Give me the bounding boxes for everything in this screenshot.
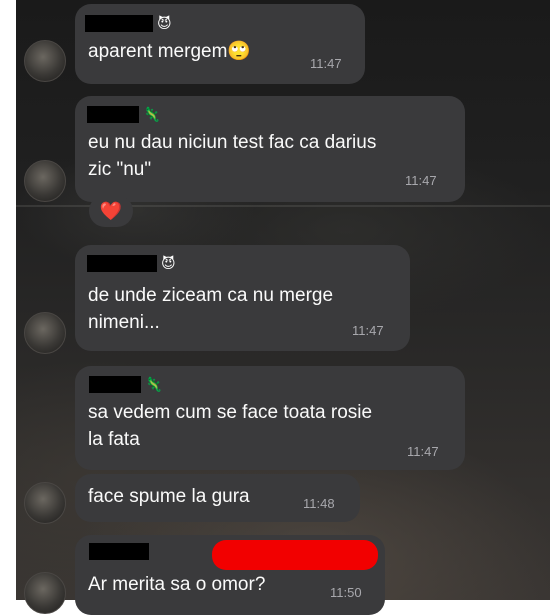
message-text: aparent mergem🙄 [88, 41, 252, 62]
message-bubble-1[interactable]: 😈 aparent mergem🙄 11:47 [75, 4, 365, 84]
message-bubble-3[interactable]: 😈 de unde ziceam ca nu merge nimeni... 1… [75, 245, 410, 351]
message-bubble-2[interactable]: 🦎 eu nu dau niciun test fac ca darius zi… [75, 96, 465, 202]
name-redaction-red [212, 540, 378, 570]
avatar[interactable] [24, 160, 66, 202]
avatar[interactable] [24, 572, 66, 614]
message-time: 11:47 [407, 444, 439, 459]
message-time: 11:50 [330, 585, 362, 600]
sender-emoji: 😈 [161, 255, 176, 271]
sender-name-redacted [87, 106, 139, 123]
message-text: Ar merita sa o omor? [88, 574, 266, 595]
sender-emoji: 😈 [157, 15, 172, 31]
message-bubble-4[interactable]: 🦎 sa vedem cum se face toata rosie la fa… [75, 366, 465, 470]
avatar[interactable] [24, 40, 66, 82]
message-text: eu nu dau niciun test fac ca darius zic … [88, 132, 377, 180]
reaction-heart[interactable]: ❤️ [89, 195, 133, 227]
message-time: 11:47 [352, 323, 384, 338]
message-time: 11:47 [405, 173, 437, 188]
message-text: face spume la gura [88, 486, 250, 507]
message-time: 11:48 [303, 496, 335, 511]
message-text: sa vedem cum se face toata rosie la fata [88, 402, 373, 450]
sender-name-redacted [87, 255, 157, 272]
avatar[interactable] [24, 312, 66, 354]
message-time: 11:47 [310, 56, 342, 71]
sender-name-redacted [89, 543, 149, 560]
message-bubble-5[interactable]: face spume la gura 11:48 [75, 474, 360, 522]
sender-name-redacted [89, 376, 141, 393]
message-text: de unde ziceam ca nu merge nimeni... [88, 285, 334, 333]
sender-emoji: 🦎 [145, 376, 163, 392]
avatar[interactable] [24, 482, 66, 524]
sender-name-redacted [85, 15, 153, 32]
sender-emoji: 🦎 [143, 106, 161, 122]
